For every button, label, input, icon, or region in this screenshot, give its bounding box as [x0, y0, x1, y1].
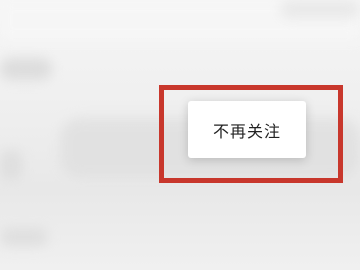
dim-overlay [0, 0, 360, 270]
app-screen: 不再关注 [0, 0, 360, 270]
unfollow-menu-item[interactable]: 不再关注 [203, 112, 291, 148]
context-menu: 不再关注 [188, 101, 306, 158]
